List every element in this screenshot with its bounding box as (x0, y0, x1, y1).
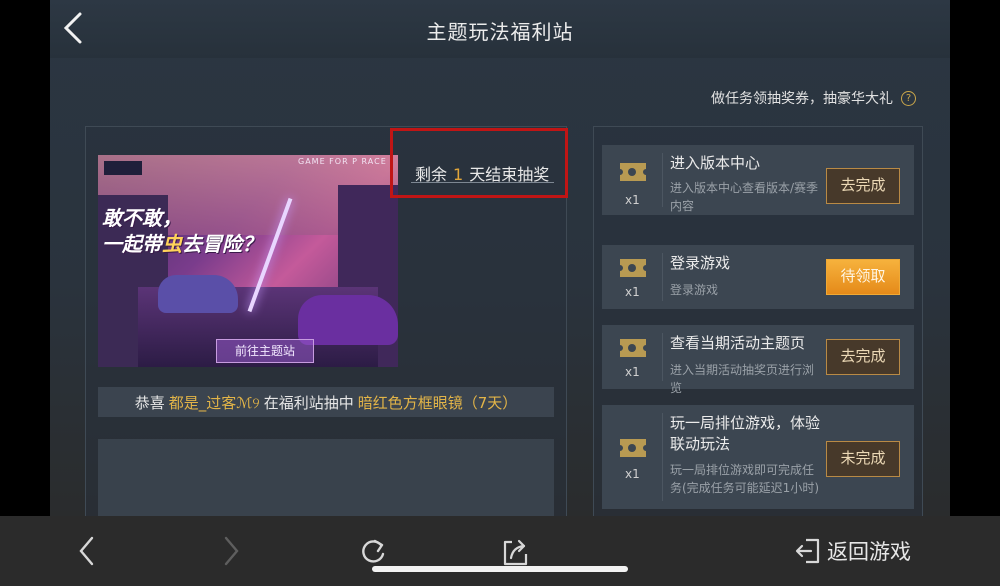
task-name: 查看当期活动主题页 (670, 334, 806, 352)
ticket-count: x1 (625, 193, 640, 207)
game-web-view: 主题玩法福利站 做任务领抽奖券，抽豪华大礼 ? GAME FOR P RACE … (50, 0, 950, 516)
subtitle-text: 做任务领抽奖券，抽豪华大礼 (711, 91, 893, 107)
task-item: x1 进入版本中心 进入版本中心查看版本/赛季内容 去完成 (602, 145, 914, 215)
task-panel: x1 进入版本中心 进入版本中心查看版本/赛季内容 去完成 x1 登录游戏 登录… (593, 126, 923, 516)
banner-game-for-text: GAME FOR P RACE (298, 157, 387, 166)
task-divider (662, 333, 663, 381)
theme-banner[interactable]: GAME FOR P RACE 敢不敢， 一起带虫去冒险？ 前往主题站 (98, 155, 398, 367)
ticket-count: x1 (625, 285, 640, 299)
ticket-icon (620, 259, 646, 277)
task-name: 玩一局排位游戏，体验联动玩法 (670, 414, 821, 453)
claim-reward-button[interactable]: 待领取 (826, 259, 900, 295)
headline-part-a: 一起带 (102, 232, 162, 256)
countdown-underline (411, 182, 554, 183)
lottery-panel: GAME FOR P RACE 敢不敢， 一起带虫去冒险？ 前往主题站 剩余 1 天… (85, 126, 567, 516)
refresh-icon[interactable] (358, 534, 388, 568)
headline-part-b: 去冒险？ (182, 232, 262, 256)
task-description: 进入版本中心查看版本/赛季内容 (670, 181, 819, 213)
page-title: 主题玩法福利站 (426, 20, 574, 44)
ticket-icon (620, 439, 646, 457)
help-icon[interactable]: ? (901, 90, 916, 106)
task-description: 登录游戏 (670, 283, 719, 297)
banner-car-right (298, 295, 398, 345)
subtitle-row: 做任务领抽奖券，抽豪华大礼 ? (711, 88, 916, 108)
browser-forward-icon[interactable] (220, 534, 242, 568)
banner-car-left (158, 275, 238, 313)
task-name: 进入版本中心 (670, 154, 761, 172)
return-to-game-label: 返回游戏 (827, 540, 911, 564)
ticket-icon (620, 163, 646, 181)
headline-line-1: 敢不敢， (102, 206, 182, 230)
go-complete-button[interactable]: 去完成 (826, 168, 900, 204)
banner-headline: 敢不敢， 一起带虫去冒险？ (102, 205, 262, 257)
task-divider (662, 413, 663, 501)
browser-back-icon[interactable] (76, 534, 98, 568)
ticket-count: x1 (625, 365, 640, 379)
headline-accent: 虫 (162, 232, 182, 256)
task-item: x1 查看当期活动主题页 进入当期活动抽奖页进行浏览 去完成 (602, 325, 914, 395)
browser-toolbar: 返回游戏 (0, 516, 1000, 586)
ticket-icon (620, 339, 646, 357)
return-to-game-button[interactable]: 返回游戏 (795, 534, 911, 568)
task-item: x1 玩一局排位游戏，体验联动玩法 玩一局排位游戏即可完成任务(完成任务可能延迟… (602, 405, 914, 509)
task-divider (662, 153, 663, 207)
task-description: 进入当期活动抽奖页进行浏览 (670, 363, 815, 395)
task-item: x1 登录游戏 登录游戏 待领取 (602, 245, 914, 309)
share-icon[interactable] (502, 534, 530, 568)
winner-prize: 暗红色方框眼镜（7天） (357, 393, 518, 412)
exit-icon (795, 538, 820, 564)
winner-username: 都是_过客ℳ୨ (168, 393, 260, 412)
ticket-count: x1 (625, 467, 640, 481)
winner-middle: 在福利站抽中 (263, 393, 354, 412)
incomplete-button[interactable]: 未完成 (826, 441, 900, 477)
home-indicator[interactable] (372, 566, 628, 572)
banner-logo (104, 161, 142, 175)
winner-announcement: 恭喜 都是_过客ℳ୨ 在福利站抽中 暗红色方框眼镜（7天） (98, 387, 554, 417)
go-complete-button[interactable]: 去完成 (826, 339, 900, 375)
task-description: 玩一局排位游戏即可完成任务(完成任务可能延迟1小时) (670, 463, 819, 495)
enter-theme-station-button[interactable]: 前往主题站 (216, 339, 314, 363)
reward-list-area (98, 439, 554, 516)
task-divider (662, 253, 663, 301)
winner-prefix: 恭喜 (134, 393, 165, 412)
headline-line-2: 一起带虫去冒险？ (102, 231, 262, 257)
task-name: 登录游戏 (670, 254, 731, 272)
top-bar: 主题玩法福利站 (50, 0, 950, 58)
